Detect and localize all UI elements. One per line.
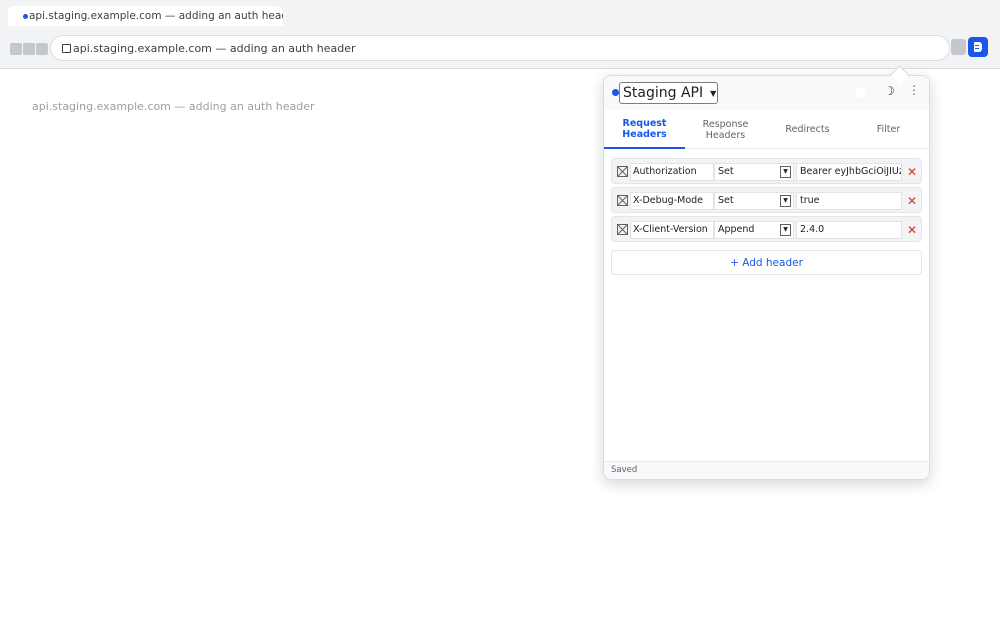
page-placeholder-text: api.staging.example.com — adding an auth… (32, 100, 315, 113)
tab-request-headers[interactable]: Request Headers (604, 110, 685, 149)
add-header-button[interactable]: + Add header (611, 250, 922, 275)
profile-color-dot (612, 89, 619, 96)
header-row: X-Debug-Mode Set ▼ true ✕ (611, 187, 922, 213)
header-enabled-checkbox[interactable] (617, 166, 628, 177)
back-icon[interactable] (10, 43, 22, 55)
moon-icon[interactable]: ☽ (884, 84, 895, 98)
close-icon[interactable]: ✕ (905, 163, 919, 181)
popup-header: Staging API ▼ ☽ ⋮ (604, 76, 929, 110)
profile-select[interactable]: Staging API ▼ (619, 82, 718, 104)
close-icon[interactable]: ✕ (905, 192, 919, 210)
header-operation-select[interactable]: Set ▼ (714, 163, 794, 181)
reload-icon[interactable] (36, 43, 48, 55)
chevron-down-icon: ▼ (780, 224, 791, 236)
header-operation-select[interactable]: Append ▼ (714, 221, 794, 239)
header-name-input[interactable]: X-Debug-Mode (630, 192, 714, 210)
header-operation-select[interactable]: Set ▼ (714, 192, 794, 210)
popup-tabs: Request Headers Response Headers Redirec… (604, 110, 929, 149)
page-info-icon[interactable] (62, 43, 71, 53)
extension-popup: Staging API ▼ ☽ ⋮ Request Headers Respon… (603, 75, 930, 480)
header-enabled-checkbox[interactable] (617, 195, 628, 206)
tab-filter[interactable]: Filter (848, 110, 929, 149)
header-row: Authorization Set ▼ Bearer eyJhbGciOiJIU… (611, 158, 922, 184)
address-bar-text: api.staging.example.com — adding an auth… (73, 41, 356, 55)
profile-select-value: Staging API (623, 85, 704, 101)
header-row: X-Client-Version Append ▼ 2.4.0 ✕ (611, 216, 922, 242)
header-operation-value: Set (718, 166, 734, 177)
header-enabled-checkbox[interactable] (617, 224, 628, 235)
close-icon[interactable]: ✕ (905, 221, 919, 239)
chevron-down-icon: ▼ (780, 195, 791, 207)
header-name-input[interactable]: X-Client-Version (630, 221, 714, 239)
header-operation-value: Set (718, 195, 734, 206)
profile-toggle-icon[interactable] (855, 87, 866, 98)
header-operation-value: Append (718, 224, 755, 235)
save-status: Saved (611, 465, 638, 475)
browser-tab[interactable]: api.staging.example.com — adding an auth… (8, 6, 283, 26)
browser-toolbar: api.staging.example.com — adding an auth… (0, 30, 1000, 69)
status-bar: Saved (604, 461, 929, 479)
header-extension-icon[interactable] (968, 37, 988, 57)
chevron-down-icon: ▼ (710, 88, 717, 98)
chevron-down-icon: ▼ (780, 166, 791, 178)
header-value-input[interactable]: Bearer eyJhbGciOiJIUzI1NiIs (796, 163, 902, 181)
header-extension-glyph-icon (974, 42, 982, 52)
tab-favicon-icon (23, 14, 28, 19)
header-value-input[interactable]: 2.4.0 (796, 221, 902, 239)
browser-tab-title: api.staging.example.com — adding an auth… (29, 10, 283, 22)
forward-icon[interactable] (23, 43, 35, 55)
header-value-input[interactable]: true (796, 192, 902, 210)
header-name-input[interactable]: Authorization (630, 163, 714, 181)
extensions-icon[interactable] (951, 39, 966, 55)
browser-tab-strip: api.staging.example.com — adding an auth… (0, 0, 1000, 30)
more-vertical-icon[interactable]: ⋮ (908, 83, 920, 97)
tab-redirects[interactable]: Redirects (767, 110, 848, 149)
address-bar[interactable]: api.staging.example.com — adding an auth… (50, 35, 950, 61)
tab-response-headers[interactable]: Response Headers (685, 110, 766, 149)
